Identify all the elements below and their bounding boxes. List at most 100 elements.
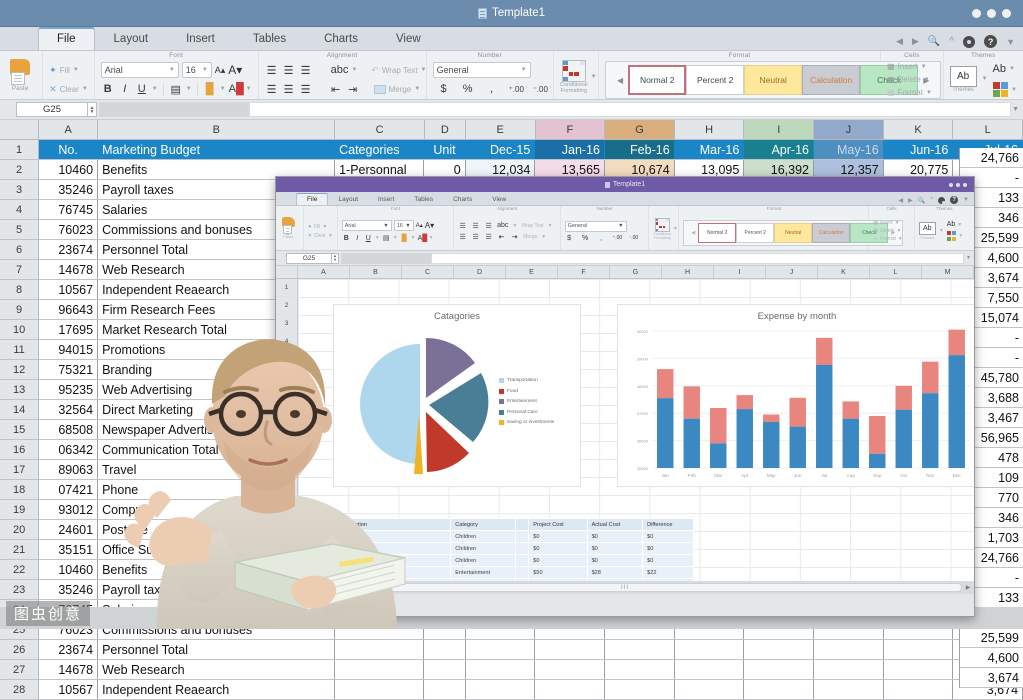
number-format-select[interactable]: General ▼ bbox=[432, 62, 531, 78]
orientation-caret-icon[interactable]: ▼ bbox=[351, 67, 357, 73]
right-strip-cell[interactable]: 24,766 bbox=[959, 148, 1023, 168]
cell-C26[interactable] bbox=[335, 640, 425, 659]
fill-color-caret-icon[interactable]: ▼ bbox=[220, 86, 226, 92]
inner-chevron-down-icon[interactable]: ▼ bbox=[963, 197, 969, 203]
add-sheet-button[interactable]: + bbox=[380, 600, 405, 610]
tab-view[interactable]: View bbox=[377, 28, 440, 50]
formula-expand-icon[interactable]: ▼ bbox=[1012, 106, 1019, 113]
cell-F27[interactable] bbox=[535, 660, 605, 679]
cell-A22[interactable]: 10460 bbox=[39, 560, 99, 579]
scroll-left-icon[interactable]: ◀ bbox=[276, 584, 288, 591]
inner-decrease-decimal-button[interactable]: ⁻.00 bbox=[629, 235, 639, 241]
inner-styles-prev-icon[interactable]: ◀ bbox=[688, 230, 698, 236]
inner-row-header-16[interactable]: 16 bbox=[276, 549, 298, 567]
font-size-select[interactable]: 16 ▼ bbox=[181, 62, 212, 78]
percent-format-button[interactable]: % bbox=[461, 83, 475, 95]
inner-align-center-icon[interactable]: ☰ bbox=[471, 233, 480, 241]
bar-segment-series1[interactable] bbox=[683, 418, 700, 468]
inner-theme-fonts-label[interactable]: Ab bbox=[947, 221, 956, 228]
inner-delete-cells-label[interactable]: Delete bbox=[880, 228, 894, 234]
table-cell[interactable]: $0 bbox=[528, 542, 588, 555]
table-cell[interactable] bbox=[333, 542, 452, 555]
currency-format-button[interactable]: $ bbox=[437, 83, 451, 95]
pie-chart-card[interactable]: Catagories Transportation Food Entertain… bbox=[333, 304, 581, 487]
row-header-18[interactable]: 18 bbox=[0, 480, 40, 499]
inner-comma-format-button[interactable]: , bbox=[597, 235, 606, 242]
inner-fill-color-icon[interactable]: █ bbox=[400, 235, 409, 242]
row-header-26[interactable]: 26 bbox=[0, 640, 40, 659]
cell-A19[interactable]: 93012 bbox=[39, 500, 99, 519]
increase-indent-icon[interactable]: ⇥ bbox=[346, 83, 360, 96]
bar-segment-series2[interactable] bbox=[657, 369, 674, 399]
bar-segment-series1[interactable] bbox=[869, 453, 886, 468]
inner-fill-color-caret-icon[interactable]: ▼ bbox=[411, 235, 416, 241]
cell-K26[interactable] bbox=[883, 640, 954, 659]
column-header-F[interactable]: F bbox=[535, 120, 606, 139]
cell-A5[interactable]: 76023 bbox=[39, 220, 99, 239]
align-center-icon[interactable]: ☰ bbox=[282, 83, 296, 96]
inner-font-size-select[interactable]: 16 ▼ bbox=[393, 220, 414, 231]
inner-decrease-indent-icon[interactable]: ⇤ bbox=[497, 233, 506, 241]
cell-A20[interactable]: 24601 bbox=[39, 520, 99, 539]
inner-align-bottom-icon[interactable]: ☰ bbox=[484, 222, 493, 230]
cell-style-neutral[interactable]: Neutral bbox=[744, 65, 803, 95]
row-header-4[interactable]: 4 bbox=[0, 200, 40, 219]
inner-orientation-caret-icon[interactable]: ▼ bbox=[512, 223, 517, 229]
formula-input[interactable] bbox=[249, 102, 1011, 117]
table-cell[interactable]: Clothes bbox=[333, 530, 452, 543]
inner-theme-colors-caret-icon[interactable]: ▼ bbox=[958, 233, 963, 239]
table-row[interactable]: 28 10567 Independent Reaearch 3,674 bbox=[0, 680, 1023, 700]
cell-J26[interactable] bbox=[814, 640, 884, 659]
inner-format-cells-label[interactable]: Format bbox=[880, 236, 896, 242]
inner-clear-label[interactable]: Clear bbox=[314, 233, 326, 239]
orientation-abc-label[interactable]: abc bbox=[331, 64, 349, 76]
inner-borders-icon[interactable]: ▤ bbox=[382, 234, 391, 242]
cell-H27[interactable] bbox=[674, 660, 745, 679]
inner-spreadsheet-window[interactable]: Template1 File Layout Insert Tables Char… bbox=[275, 176, 975, 617]
inner-close-button[interactable] bbox=[963, 182, 967, 187]
row-header-1[interactable]: 1 bbox=[0, 140, 40, 159]
font-color-caret-icon[interactable]: ▼ bbox=[246, 86, 252, 92]
column-header-J[interactable]: J bbox=[814, 120, 884, 139]
legend-item-transportation[interactable]: Transportation bbox=[499, 378, 554, 383]
insert-caret-icon[interactable]: ▼ bbox=[921, 64, 927, 70]
table-cell[interactable]: $0 bbox=[642, 530, 694, 543]
header-cell-I[interactable]: Apr-16 bbox=[744, 140, 814, 159]
font-color-icon[interactable]: A█ bbox=[229, 83, 244, 95]
cell-A17[interactable]: 89063 bbox=[39, 460, 99, 479]
cell-D28[interactable] bbox=[424, 680, 466, 699]
bar-segment-series1[interactable] bbox=[789, 426, 806, 468]
table-column-header-2[interactable] bbox=[514, 518, 530, 531]
inner-row-header-14[interactable]: 14 bbox=[276, 513, 298, 531]
column-header-C[interactable]: C bbox=[335, 120, 425, 139]
cell-style-percent2[interactable]: Percent 2 bbox=[686, 65, 745, 95]
inner-wrap-text-label[interactable]: Wrap Text bbox=[521, 223, 543, 229]
cell-D26[interactable] bbox=[424, 640, 466, 659]
merge-label[interactable]: Merge bbox=[389, 85, 412, 94]
inner-column-header-H[interactable]: H bbox=[662, 266, 714, 278]
inner-clear-caret-icon[interactable]: ▼ bbox=[328, 233, 333, 239]
row-header-13[interactable]: 13 bbox=[0, 380, 40, 399]
column-header-I[interactable]: I bbox=[744, 120, 815, 139]
table-cell[interactable]: $50 bbox=[528, 566, 588, 579]
legend-item-personal-care[interactable]: Personal Care bbox=[499, 409, 554, 415]
inner-insert-cells-label[interactable]: Insert bbox=[880, 220, 893, 226]
inner-row-header-5[interactable]: 5 bbox=[276, 351, 298, 369]
search-icon[interactable]: 🔍 bbox=[928, 36, 940, 47]
inner-tab-charts[interactable]: Charts bbox=[443, 194, 482, 205]
clear-caret-icon[interactable]: ▼ bbox=[82, 86, 88, 92]
inner-bold-button[interactable]: B bbox=[342, 235, 351, 242]
inner-column-header-C[interactable]: C bbox=[402, 266, 454, 278]
row-header-28[interactable]: 28 bbox=[0, 680, 40, 699]
cell-A11[interactable]: 94015 bbox=[39, 340, 99, 359]
header-cell-B[interactable]: Marketing Budget bbox=[98, 140, 336, 159]
theme-colors-icon[interactable] bbox=[992, 81, 1009, 98]
row-header-17[interactable]: 17 bbox=[0, 460, 40, 479]
table-row[interactable]: Children $0 $0 $0 bbox=[333, 542, 694, 555]
cell-E26[interactable] bbox=[465, 640, 536, 659]
column-header-L[interactable]: L bbox=[953, 120, 1023, 139]
inner-row-header-15[interactable]: 15 bbox=[276, 531, 298, 549]
increase-decimal-button[interactable]: ⁺.00 bbox=[509, 85, 524, 94]
fill-color-icon[interactable]: █ bbox=[203, 83, 217, 95]
cell-A26[interactable]: 23674 bbox=[39, 640, 99, 659]
